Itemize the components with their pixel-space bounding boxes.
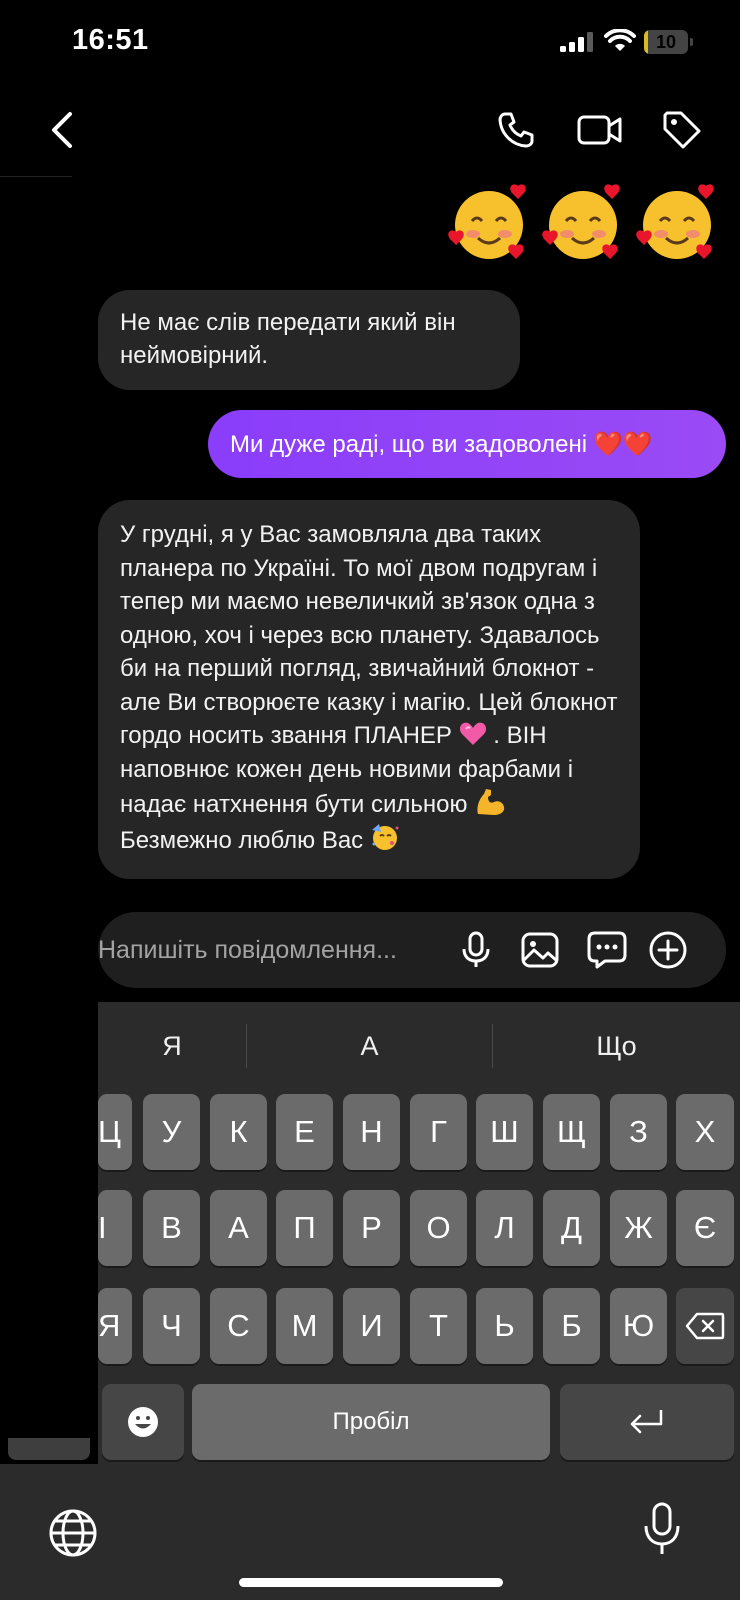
key-m[interactable]: М <box>276 1288 333 1364</box>
battery-indicator: 10 <box>644 30 694 54</box>
battery-level: 10 <box>655 32 677 52</box>
microphone-icon <box>644 1502 680 1554</box>
key-ch[interactable]: Ч <box>143 1288 200 1364</box>
key-ya[interactable]: Я <box>98 1288 132 1364</box>
audio-call-button[interactable] <box>492 106 540 154</box>
key-l[interactable]: Л <box>476 1190 533 1266</box>
key-s[interactable]: С <box>210 1288 267 1364</box>
key-d[interactable]: Д <box>543 1190 600 1266</box>
smiling-face-with-hearts-icon <box>542 184 620 259</box>
microphone-icon <box>462 931 490 967</box>
key-yu[interactable]: Ю <box>610 1288 667 1364</box>
pink-heart-icon <box>459 722 486 745</box>
return-icon <box>630 1410 663 1434</box>
key-a[interactable]: А <box>210 1190 267 1266</box>
stickers-button[interactable] <box>585 928 629 972</box>
emoji-message[interactable] <box>446 180 720 270</box>
flexed-biceps-icon <box>477 789 505 815</box>
message-composer <box>98 912 726 988</box>
backspace-key[interactable] <box>676 1288 734 1364</box>
dictation-button[interactable] <box>642 1500 682 1560</box>
key-sh[interactable]: Ш <box>476 1094 533 1170</box>
message-input[interactable] <box>98 912 443 988</box>
keyboard-key-edge <box>8 1438 90 1460</box>
key-i[interactable]: І <box>98 1190 132 1266</box>
phone-icon <box>498 112 534 148</box>
return-key[interactable] <box>560 1384 734 1460</box>
header-divider <box>0 176 72 177</box>
key-r[interactable]: Р <box>343 1190 400 1266</box>
key-ye[interactable]: Є <box>676 1190 734 1266</box>
emoji-face-icon <box>128 1407 158 1437</box>
key-shch[interactable]: Щ <box>543 1094 600 1170</box>
message-text: Ми дуже раді, що ви задоволені <box>230 430 588 458</box>
emoji-key[interactable] <box>102 1384 184 1460</box>
tag-button[interactable] <box>658 106 706 154</box>
key-u[interactable]: У <box>143 1094 200 1170</box>
outgoing-message[interactable]: Ми дуже раді, що ви задоволені ❤️❤️ <box>208 410 726 478</box>
key-y[interactable]: И <box>343 1288 400 1364</box>
video-call-button[interactable] <box>574 106 626 154</box>
key-v[interactable]: В <box>143 1190 200 1266</box>
incoming-message[interactable]: У грудні, я у Вас замовляла два таких пл… <box>98 500 640 879</box>
message-bubble-icon <box>587 931 627 969</box>
image-icon <box>521 932 559 968</box>
key-soft-sign[interactable]: Ь <box>476 1288 533 1364</box>
red-heart-emoji: ❤️❤️ <box>593 430 653 458</box>
incoming-message[interactable]: Не має слів передати який він неймовірни… <box>98 290 520 390</box>
smiling-face-with-hearts-icon <box>636 184 714 259</box>
more-options-button[interactable] <box>646 928 690 972</box>
message-text: У грудні, я у Вас замовляла два таких пл… <box>120 521 618 749</box>
tag-icon <box>663 111 701 149</box>
key-n[interactable]: Н <box>343 1094 400 1170</box>
backspace-icon <box>685 1312 725 1340</box>
key-zh[interactable]: Ж <box>610 1190 667 1266</box>
video-camera-icon <box>577 115 622 145</box>
key-o[interactable]: О <box>410 1190 467 1266</box>
gallery-button[interactable] <box>518 928 562 972</box>
key-ts[interactable]: Ц <box>98 1094 132 1170</box>
chevron-left-icon <box>52 112 72 148</box>
globe-icon <box>49 1509 97 1557</box>
plus-circle-icon <box>649 931 687 969</box>
key-b[interactable]: Б <box>543 1288 600 1364</box>
key-p[interactable]: П <box>276 1190 333 1266</box>
key-t[interactable]: Т <box>410 1288 467 1364</box>
status-time: 16:51 <box>72 24 149 56</box>
voice-message-button[interactable] <box>454 928 498 972</box>
message-text: Не має слів передати який він неймовірни… <box>120 309 456 369</box>
partying-face-icon <box>371 823 399 850</box>
cellular-signal-icon <box>560 32 593 52</box>
key-kh[interactable]: Х <box>676 1094 734 1170</box>
suggestion-1[interactable]: Я <box>98 1020 246 1072</box>
key-h[interactable]: Г <box>410 1094 467 1170</box>
smiling-face-with-hearts-icon <box>448 184 526 259</box>
space-key[interactable]: Пробіл <box>192 1384 550 1460</box>
home-indicator <box>239 1578 503 1587</box>
key-k[interactable]: К <box>210 1094 267 1170</box>
back-button[interactable] <box>40 106 84 154</box>
suggestion-2[interactable]: А <box>247 1020 492 1072</box>
key-e[interactable]: Е <box>276 1094 333 1170</box>
wifi-icon <box>604 29 636 51</box>
suggestion-3[interactable]: Що <box>493 1020 740 1072</box>
message-text: Безмежно люблю Вас <box>120 826 364 854</box>
left-overlay-panel <box>0 1000 98 1442</box>
language-switch-button[interactable] <box>48 1508 98 1558</box>
key-z[interactable]: З <box>610 1094 667 1170</box>
